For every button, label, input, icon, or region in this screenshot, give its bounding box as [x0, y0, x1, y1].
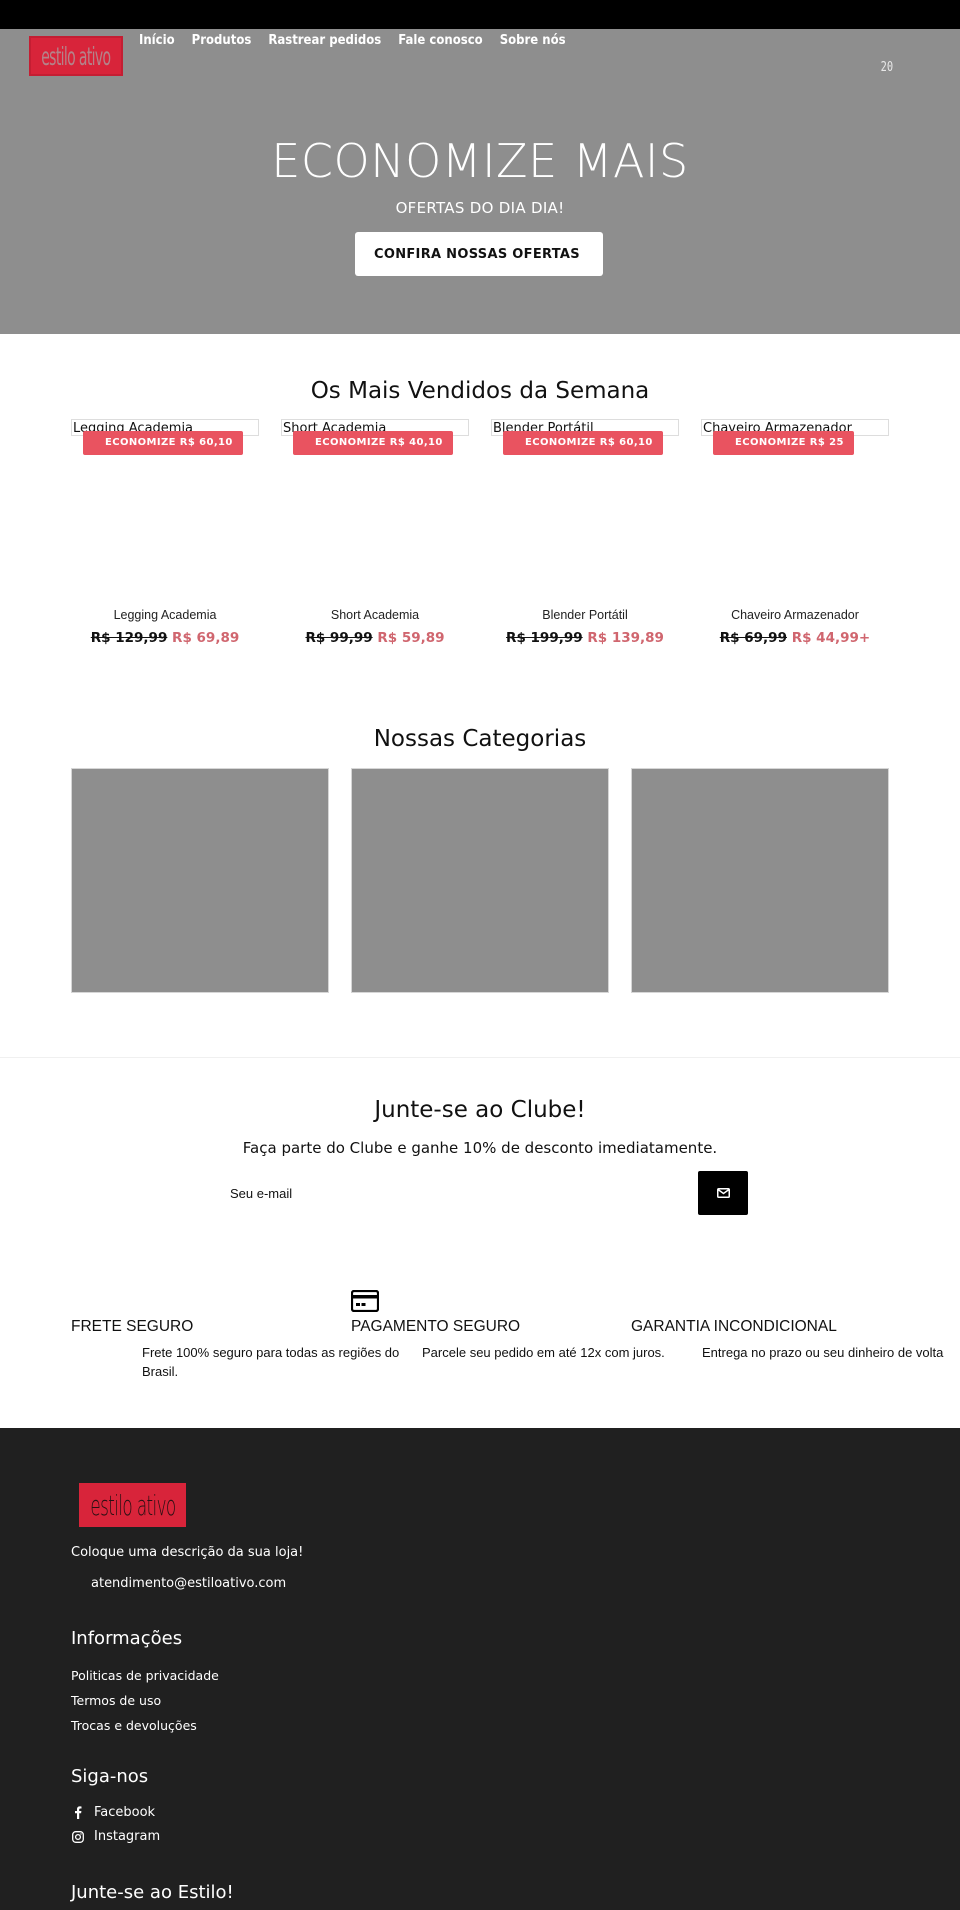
- facebook-icon: [71, 1806, 85, 1819]
- top-bar: [0, 0, 960, 29]
- feature-title: GARANTIA INCONDICIONAL: [631, 1318, 837, 1335]
- hero-banner: estilo ativo Início Produtos Rastrear pe…: [0, 29, 960, 334]
- newsletter-section: Junte-se ao Clube! Faça parte do Clube e…: [0, 1058, 960, 1278]
- discount-badge: ECONOMIZE R$ 60,10: [503, 431, 663, 455]
- nav-fale-conosco[interactable]: Fale conosco: [398, 33, 482, 48]
- product-card[interactable]: Blender Portátil ECONOMIZE R$ 60,10 Blen…: [491, 419, 679, 659]
- feature-description: Entrega no prazo ou seu dinheiro de volt…: [702, 1345, 944, 1360]
- sale-price: R$ 69,89: [172, 630, 240, 646]
- category-card[interactable]: [631, 768, 889, 993]
- store-description: Coloque uma descrição da sua loja!: [71, 1545, 304, 1560]
- link-terms-of-use[interactable]: Termos de uso: [71, 1693, 161, 1708]
- sale-price: R$ 139,89: [587, 630, 664, 646]
- newsletter-subtitle: Faça parte do Clube e ganhe 10% de desco…: [242, 1139, 718, 1157]
- footer: estilo ativo Coloque uma descrição da su…: [0, 1428, 960, 1910]
- join-heading: Junte-se ao Estilo!: [71, 1882, 234, 1903]
- product-card[interactable]: Short Academia ECONOMIZE R$ 40,10 Short …: [281, 419, 469, 659]
- product-name[interactable]: Blender Portátil: [471, 608, 699, 622]
- product-prices: R$ 69,99 R$ 44,99+: [671, 630, 919, 646]
- feature-description: Frete 100% seguro para todas as regiões …: [142, 1345, 400, 1379]
- logo-text: estilo ativo: [41, 41, 111, 71]
- old-price: R$ 129,99: [90, 630, 168, 646]
- logo[interactable]: estilo ativo: [29, 36, 123, 76]
- credit-card-icon: [351, 1290, 379, 1312]
- discount-badge: ECONOMIZE R$ 60,10: [83, 431, 243, 455]
- sale-price: R$ 44,99+: [791, 630, 871, 646]
- offers-cta-button[interactable]: CONFIRA NOSSAS OFERTAS: [355, 232, 603, 276]
- old-price: R$ 199,99: [506, 630, 583, 646]
- facebook-link[interactable]: Facebook: [71, 1805, 155, 1820]
- newsletter-title: Junte-se ao Clube!: [374, 1097, 586, 1123]
- link-returns[interactable]: Trocas e devoluções: [71, 1718, 197, 1733]
- feature-title: FRETE SEGURO: [71, 1318, 194, 1335]
- categories-title: Nossas Categorias: [373, 726, 587, 752]
- footer-logo[interactable]: estilo ativo: [79, 1483, 186, 1527]
- feature-description: Parcele seu pedido em até 12x com juros.: [422, 1345, 665, 1360]
- nav-sobre-nos[interactable]: Sobre nós: [500, 33, 566, 48]
- old-price: R$ 99,99: [305, 630, 373, 646]
- features-section: FRETE SEGURO Frete 100% seguro para toda…: [0, 1278, 960, 1428]
- best-sellers-section: Os Mais Vendidos da Semana Legging Acade…: [0, 334, 960, 714]
- contact-email-link[interactable]: atendimento@estiloativo.com: [91, 1576, 286, 1591]
- hero-title: ECONOMIZE MAIS: [271, 134, 689, 188]
- product-name[interactable]: Chaveiro Armazenador: [681, 608, 909, 622]
- product-card[interactable]: Chaveiro Armazenador ECONOMIZE R$ 25 Cha…: [701, 419, 889, 659]
- nav-inicio[interactable]: Início: [139, 33, 175, 48]
- link-privacy-policy[interactable]: Politicas de privacidade: [71, 1668, 219, 1683]
- categories-section: Nossas Categorias: [0, 714, 960, 1058]
- nav-rastrear-pedidos[interactable]: Rastrear pedidos: [268, 33, 381, 48]
- sale-price: R$ 59,89: [377, 630, 445, 646]
- product-card[interactable]: Legging Academia ECONOMIZE R$ 60,10 Legg…: [71, 419, 259, 659]
- category-card[interactable]: [71, 768, 329, 993]
- instagram-icon: [71, 1830, 85, 1843]
- facebook-label: Facebook: [94, 1805, 156, 1820]
- social-heading: Siga-nos: [71, 1766, 149, 1787]
- instagram-link[interactable]: Instagram: [71, 1829, 160, 1844]
- feature-title: PAGAMENTO SEGURO: [351, 1318, 521, 1335]
- newsletter-submit-button[interactable]: [698, 1171, 748, 1215]
- envelope-icon: [716, 1188, 730, 1198]
- email-input[interactable]: [222, 1171, 698, 1215]
- product-name[interactable]: Legging Academia: [51, 608, 279, 622]
- category-card[interactable]: [351, 768, 609, 993]
- hero-subtitle: OFERTAS DO DIA DIA!: [395, 199, 565, 217]
- old-price: R$ 69,99: [719, 630, 787, 646]
- info-heading: Informações: [71, 1628, 183, 1649]
- discount-badge: ECONOMIZE R$ 25: [713, 431, 854, 455]
- instagram-label: Instagram: [94, 1829, 161, 1844]
- nav-produtos[interactable]: Produtos: [192, 33, 252, 48]
- cart-count-badge[interactable]: 20: [881, 60, 894, 75]
- main-nav: Início Produtos Rastrear pedidos Fale co…: [139, 33, 566, 48]
- product-name[interactable]: Short Academia: [261, 608, 489, 622]
- best-sellers-title: Os Mais Vendidos da Semana: [310, 378, 650, 404]
- discount-badge: ECONOMIZE R$ 40,10: [293, 431, 453, 455]
- footer-logo-text: estilo ativo: [89, 1488, 176, 1522]
